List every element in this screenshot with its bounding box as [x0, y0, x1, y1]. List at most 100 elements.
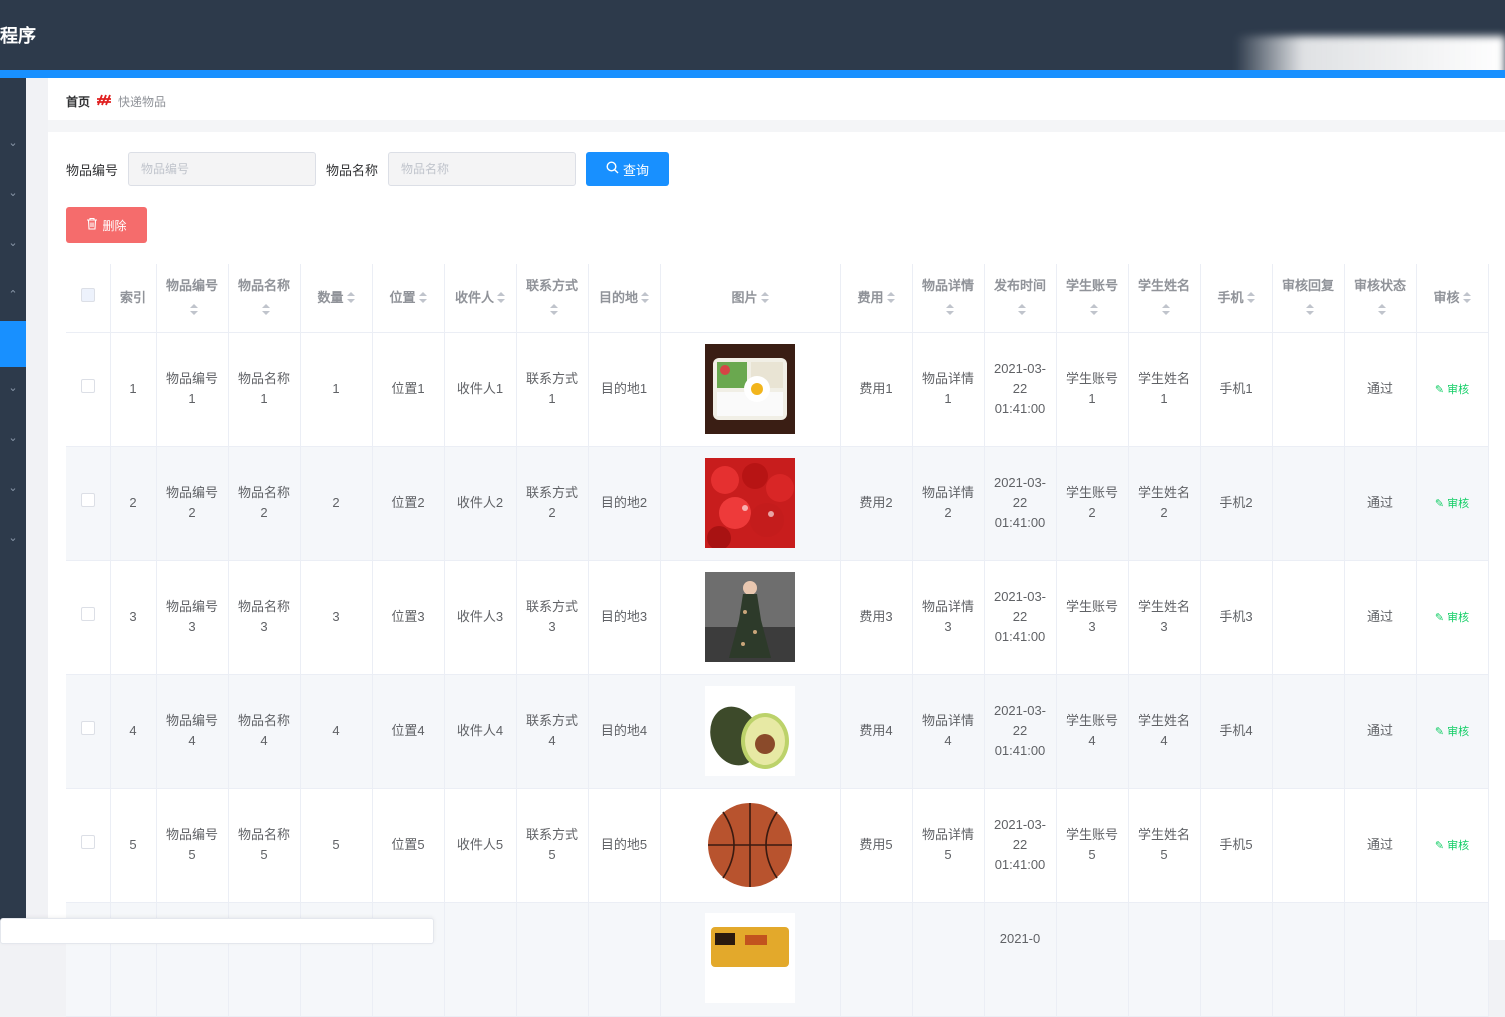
col-header[interactable]: 索引: [110, 264, 157, 333]
sort-icon[interactable]: [346, 292, 355, 304]
row-select-cell[interactable]: [66, 674, 111, 789]
col-header[interactable]: 收件人: [444, 264, 517, 333]
chevron-up-icon[interactable]: ⌃: [0, 288, 26, 308]
table-row[interactable]: 4 物品编号4 物品名称4 4 位置4 收件人4 联系方式4 目的地4 费用4 …: [66, 674, 1489, 789]
item-no-label: 物品编号: [66, 162, 119, 178]
cell-student-name: 学生姓名4: [1128, 674, 1201, 789]
cell-student-name: 学生姓名2: [1128, 446, 1201, 561]
cell-audit: ✎ 审核: [1416, 788, 1489, 903]
breadcrumb-bar: [48, 80, 1505, 120]
row-checkbox[interactable]: [80, 493, 95, 507]
cell-phone: 手机2: [1200, 446, 1273, 561]
cell-qty: 1: [300, 332, 373, 447]
row-checkbox[interactable]: [80, 379, 95, 393]
audit-link[interactable]: ✎ 审核: [1435, 836, 1469, 856]
cell-index: 4: [110, 674, 157, 789]
cell-item-name: 物品名称2: [228, 446, 301, 561]
sort-icon[interactable]: [1089, 304, 1098, 316]
cell-phone: 手机1: [1200, 332, 1273, 447]
cell-location: 位置3: [372, 560, 445, 675]
divider: [48, 120, 1505, 132]
row-checkbox[interactable]: [80, 835, 95, 849]
cell-index: 2: [110, 446, 157, 561]
chevron-down-icon[interactable]: ⌄: [0, 431, 26, 451]
chevron-down-icon[interactable]: ⌄: [0, 186, 26, 206]
sort-icon[interactable]: [1377, 304, 1386, 316]
audit-link[interactable]: ✎ 审核: [1435, 494, 1469, 514]
woman-in-dress-photo[interactable]: [705, 572, 795, 662]
row-select-cell[interactable]: [66, 560, 111, 675]
cell-time: 2021-03-22 01:41:00: [984, 788, 1057, 903]
audit-link[interactable]: ✎ 审核: [1435, 722, 1469, 742]
chevron-down-icon[interactable]: ⌄: [0, 531, 26, 551]
row-select-cell[interactable]: [66, 446, 111, 561]
sort-icon[interactable]: [1246, 292, 1255, 304]
col-header[interactable]: 审核状态: [1344, 264, 1417, 333]
col-header[interactable]: 联系方式: [516, 264, 589, 333]
sort-icon[interactable]: [497, 292, 505, 304]
table-row[interactable]: 2 物品编号2 物品名称2 2 位置2 收件人2 联系方式2 目的地2 费用2 …: [66, 446, 1489, 561]
row-checkbox[interactable]: [80, 721, 95, 735]
cell-fee: 费用4: [840, 674, 913, 789]
col-header[interactable]: 物品名称: [228, 264, 301, 333]
row-select-cell[interactable]: [66, 332, 111, 447]
col-header[interactable]: 数量: [300, 264, 373, 333]
cell-time: 2021-03-22 01:41:00: [984, 332, 1057, 447]
delete-button[interactable]: 删除: [66, 207, 147, 243]
query-button[interactable]: 查询: [586, 152, 670, 186]
sort-icon[interactable]: [1017, 304, 1026, 316]
sort-icon[interactable]: [760, 292, 769, 304]
sort-icon[interactable]: [1462, 292, 1471, 304]
chevron-down-icon[interactable]: ⌄: [0, 136, 26, 156]
sort-icon[interactable]: [886, 292, 895, 304]
col-header[interactable]: 手机: [1200, 264, 1273, 333]
chevron-down-icon[interactable]: ⌄: [0, 236, 26, 256]
cell-student-account: 学生账号1: [1056, 332, 1129, 447]
avocado-photo[interactable]: [705, 686, 795, 776]
table-row[interactable]: 1 物品编号1 物品名称1 1 位置1 收件人1 联系方式1 目的地1 费用1 …: [66, 332, 1489, 447]
cell-status: 通过: [1344, 446, 1417, 561]
col-header[interactable]: 审核回复: [1272, 264, 1345, 333]
sort-icon[interactable]: [189, 304, 198, 316]
item-name-input[interactable]: [388, 152, 577, 186]
col-header[interactable]: 物品详情: [912, 264, 985, 333]
accent-bar: [0, 70, 1505, 78]
cherries-photo[interactable]: [705, 458, 795, 548]
sidebar-item-active[interactable]: [0, 321, 26, 367]
audit-link[interactable]: ✎ 审核: [1435, 380, 1469, 400]
col-header[interactable]: 费用: [840, 264, 913, 333]
col-header[interactable]: 目的地: [588, 264, 661, 333]
table-row[interactable]: 5 物品编号5 物品名称5 5 位置5 收件人5 联系方式5 目的地5 费用5 …: [66, 788, 1489, 903]
col-header[interactable]: 图片: [660, 264, 841, 333]
table-row[interactable]: 3 物品编号3 物品名称3 3 位置3 收件人3 联系方式3 目的地3 费用3 …: [66, 560, 1489, 675]
col-header[interactable]: 学生账号: [1056, 264, 1129, 333]
bento-lunch-photo[interactable]: [705, 344, 795, 434]
top-header: 程序: [0, 0, 1505, 80]
chevron-down-icon[interactable]: ⌄: [0, 381, 26, 401]
sort-icon[interactable]: [549, 304, 558, 316]
sort-icon[interactable]: [418, 292, 427, 304]
cell-time: 2021-0: [984, 902, 1057, 1017]
col-header[interactable]: 物品编号: [156, 264, 229, 333]
col-header[interactable]: 学生姓名: [1128, 264, 1201, 333]
row-checkbox[interactable]: [80, 607, 95, 621]
item-no-input[interactable]: [128, 152, 317, 186]
sort-icon[interactable]: [1305, 304, 1314, 316]
col-header[interactable]: 发布时间: [984, 264, 1057, 333]
sort-icon[interactable]: [1161, 304, 1170, 316]
sort-icon[interactable]: [641, 292, 649, 304]
row-select-cell[interactable]: [66, 788, 111, 903]
select-all-cell[interactable]: [66, 264, 111, 333]
items-table: 索引 物品编号 物品名称 数量 位置 收件人 联系方式 目的地 图片 费用 物品…: [66, 264, 1489, 1017]
food-photo[interactable]: [705, 912, 795, 1003]
audit-link[interactable]: ✎ 审核: [1435, 608, 1469, 628]
chevron-down-icon[interactable]: ⌄: [0, 481, 26, 501]
basketball-photo[interactable]: [705, 800, 795, 890]
col-header[interactable]: 审核: [1416, 264, 1489, 333]
cell-detail: 物品详情2: [912, 446, 985, 561]
sort-icon[interactable]: [945, 304, 954, 316]
sort-icon[interactable]: [261, 304, 270, 316]
select-all-checkbox[interactable]: [80, 287, 95, 302]
col-header[interactable]: 位置: [372, 264, 445, 333]
breadcrumb-home[interactable]: 首页: [66, 93, 90, 110]
